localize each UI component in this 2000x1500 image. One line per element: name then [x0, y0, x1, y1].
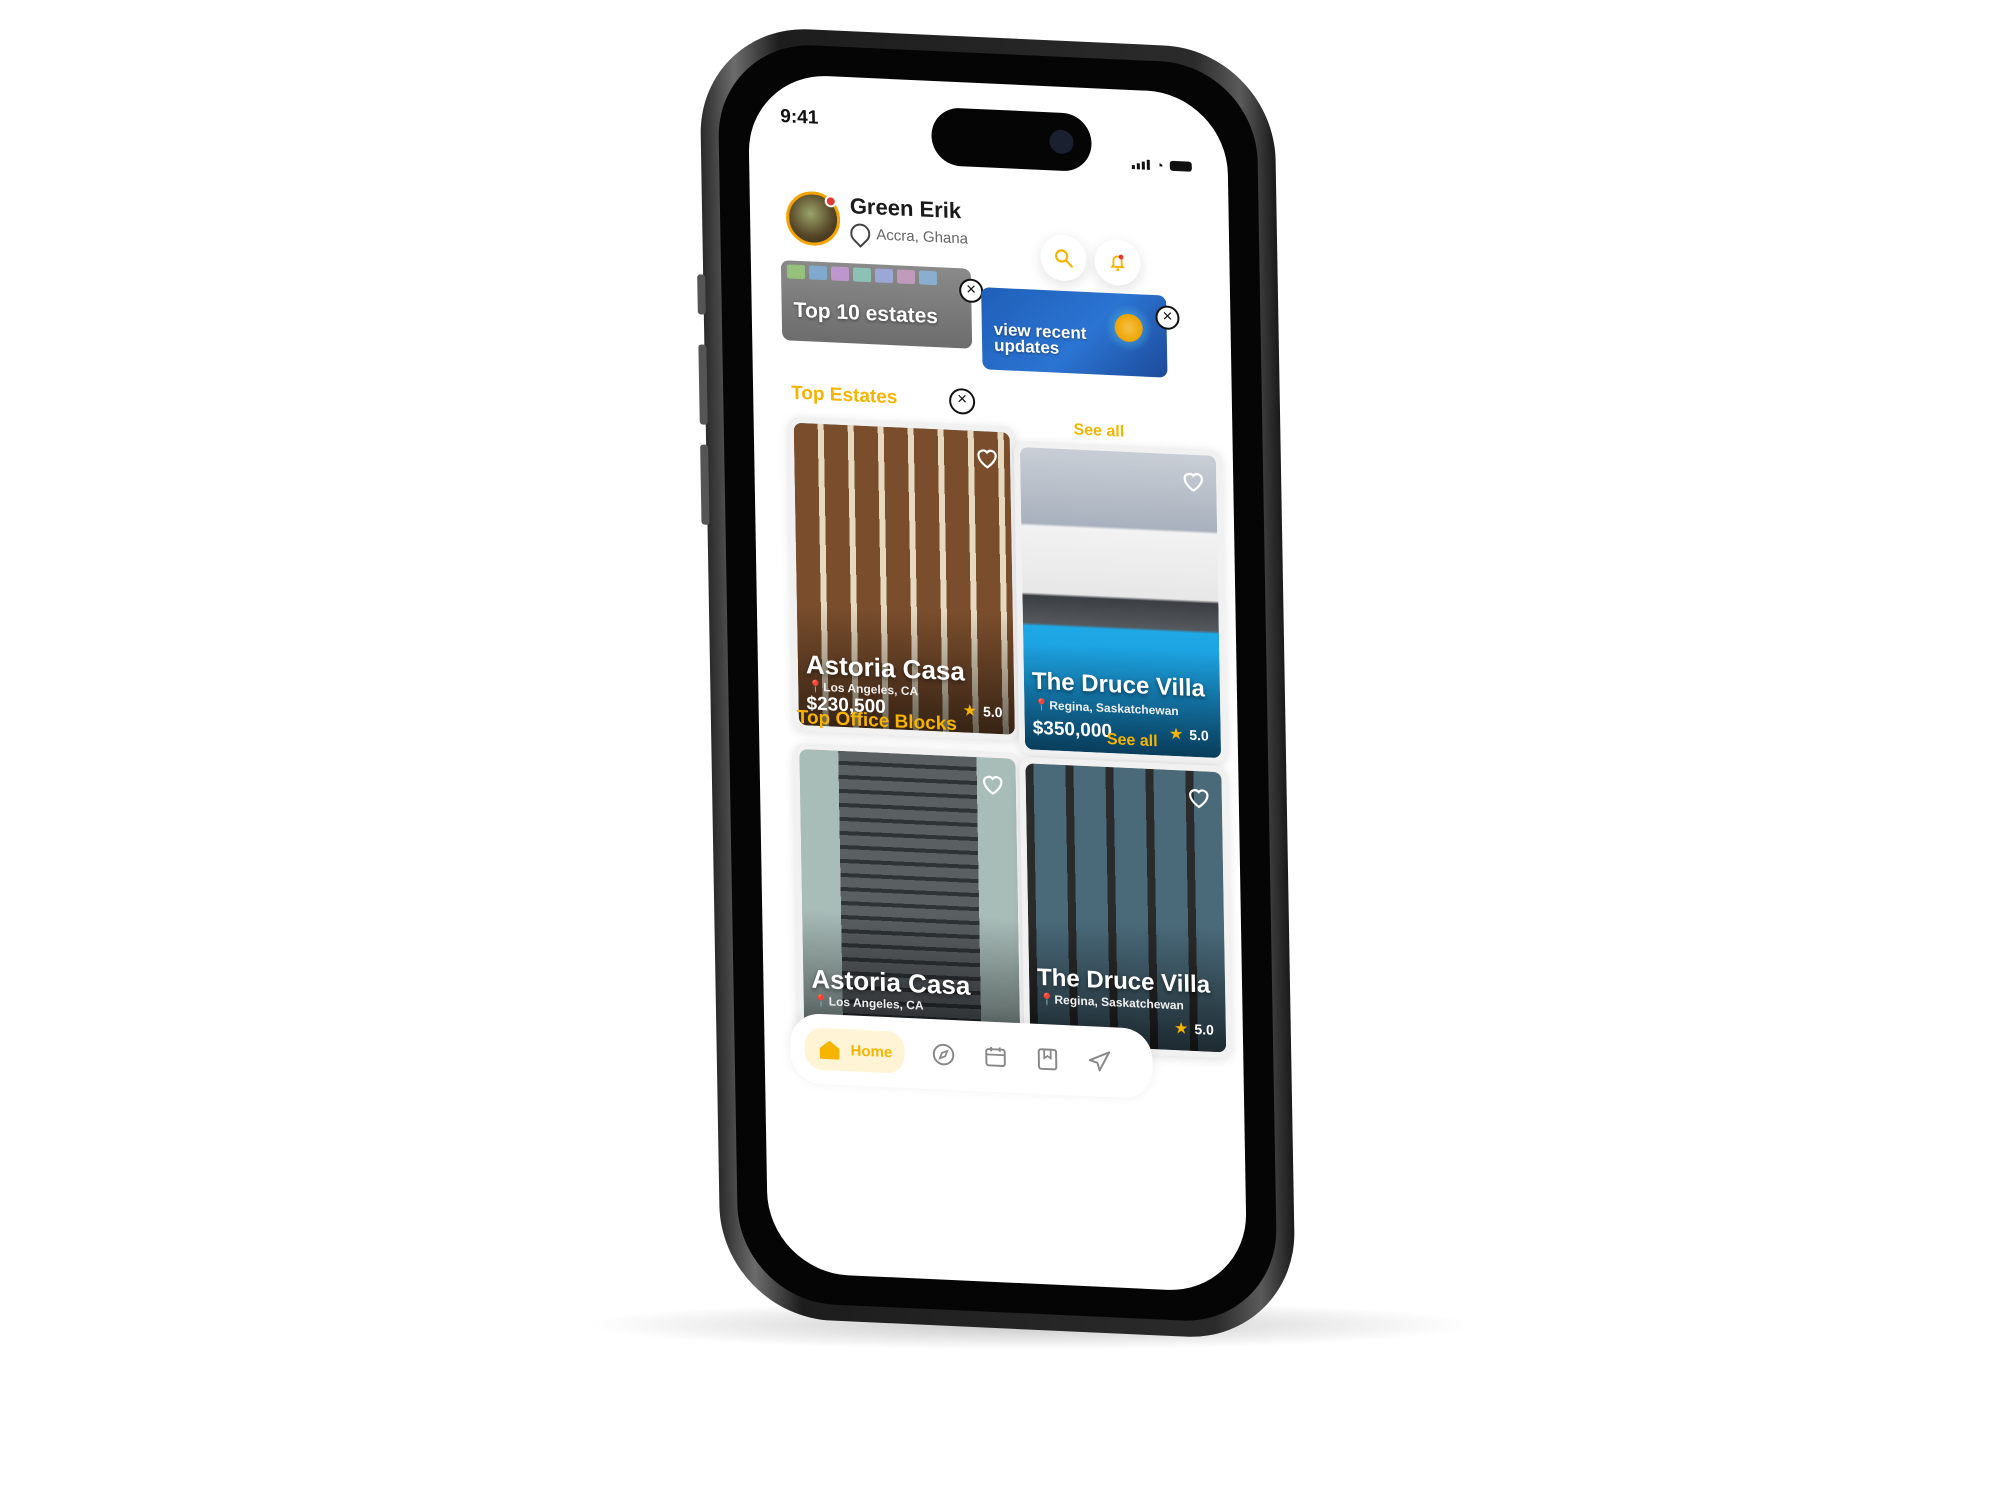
- home-icon: [819, 1040, 840, 1060]
- send-icon[interactable]: [1086, 1048, 1112, 1075]
- nav-home-label: Home: [850, 1041, 893, 1061]
- close-banner-button[interactable]: ✕: [958, 278, 984, 304]
- banner-chips: [786, 264, 938, 286]
- close-section-button[interactable]: ✕: [948, 387, 976, 415]
- rating-value: 5.0: [1194, 1020, 1214, 1038]
- camera-icon: [1049, 129, 1074, 155]
- status-icons: ◔: [1131, 156, 1192, 175]
- volume-up-button: [698, 344, 708, 425]
- favorite-heart-icon[interactable]: [974, 445, 1000, 470]
- bell-icon: [1110, 254, 1125, 272]
- search-button[interactable]: [1040, 233, 1087, 283]
- dynamic-island: [931, 106, 1092, 173]
- banner-title: Top 10 estates: [793, 298, 939, 329]
- estate-price: $350,000: [1032, 717, 1113, 743]
- app-screen: 9:41 ◔ Green Erik Accra, Ghana Top 10 es…: [747, 72, 1248, 1294]
- top-estates-title: Top Estates: [790, 382, 898, 409]
- top-estates-banner[interactable]: Top 10 estates: [780, 260, 973, 349]
- mute-switch: [697, 274, 706, 315]
- office-rating: ★ 5.0: [1174, 1018, 1214, 1040]
- status-time: 9:41: [780, 106, 819, 129]
- search-icon: [1055, 249, 1074, 268]
- estate-rating: ★ 5.0: [1169, 724, 1209, 746]
- user-name: Green Erik: [849, 193, 962, 224]
- user-location: Accra, Ghana: [846, 219, 969, 248]
- favorite-heart-icon[interactable]: [980, 771, 1006, 796]
- battery-icon: [1169, 160, 1192, 172]
- compass-icon[interactable]: [930, 1041, 956, 1068]
- favorite-heart-icon[interactable]: [1186, 785, 1212, 810]
- wifi-icon: ◔: [1155, 157, 1164, 174]
- star-icon: ★: [1168, 725, 1184, 744]
- close-banner-button[interactable]: ✕: [1155, 305, 1180, 331]
- office-photo: Astoria Casa 📍Los Angeles, CA: [799, 749, 1021, 1050]
- banner-title: view recent updates: [994, 320, 1087, 358]
- star-icon: ★: [962, 702, 978, 721]
- volume-down-button: [700, 444, 710, 525]
- estate-card[interactable]: The Druce Villa 📍Regina, Saskatchewan $3…: [1013, 440, 1228, 765]
- notifications-button[interactable]: [1094, 238, 1141, 287]
- phone-bezel: 9:41 ◔ Green Erik Accra, Ghana Top 10 es…: [717, 41, 1278, 1325]
- online-badge: [824, 195, 837, 208]
- favorite-heart-icon[interactable]: [1180, 468, 1206, 493]
- nav-home[interactable]: Home: [804, 1027, 905, 1074]
- signal-icon: [1131, 159, 1150, 170]
- estate-rating: ★ 5.0: [963, 700, 1003, 722]
- rating-value: 5.0: [982, 703, 1003, 721]
- estate-photo: The Druce Villa 📍Regina, Saskatchewan $3…: [1019, 446, 1222, 759]
- recent-updates-banner[interactable]: view recent updates: [981, 287, 1168, 378]
- bookmark-icon[interactable]: [1034, 1046, 1060, 1073]
- avatar[interactable]: [785, 190, 841, 247]
- star-icon: ★: [1173, 1020, 1189, 1038]
- rating-value: 5.0: [1189, 726, 1209, 744]
- office-card[interactable]: Astoria Casa 📍Los Angeles, CA: [793, 742, 1027, 1056]
- calendar-icon[interactable]: [982, 1043, 1008, 1070]
- office-photo: The Druce Villa 📍Regina, Saskatchewan ★ 5…: [1025, 763, 1227, 1053]
- banner-decoration: [1104, 302, 1154, 354]
- office-card[interactable]: The Druce Villa 📍Regina, Saskatchewan ★ 5…: [1019, 757, 1233, 1059]
- user-location-text: Accra, Ghana: [876, 225, 969, 248]
- see-all-offices-link[interactable]: See all: [1107, 731, 1158, 751]
- see-all-estates-link[interactable]: See all: [1073, 421, 1124, 441]
- phone-mockup: 9:41 ◔ Green Erik Accra, Ghana Top 10 es…: [697, 24, 1297, 1342]
- user-profile[interactable]: Green Erik Accra, Ghana: [785, 190, 969, 252]
- location-pin-icon: [846, 219, 875, 248]
- office-location-text: Los Angeles, CA: [828, 994, 924, 1013]
- estate-photo: Astoria Casa 📍Los Angeles, CA $230,500 ★…: [793, 422, 1015, 735]
- estate-card[interactable]: Astoria Casa 📍Los Angeles, CA $230,500 ★…: [787, 416, 1021, 742]
